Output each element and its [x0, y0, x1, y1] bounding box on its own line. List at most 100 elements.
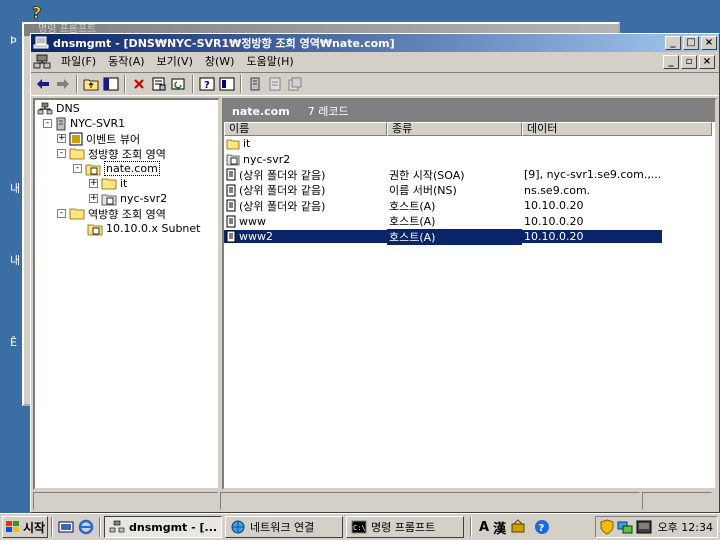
expand-toggle[interactable]: + [89, 194, 98, 203]
back-arrow-icon[interactable] [33, 74, 53, 94]
tree-label: 이벤트 뷰어 [86, 132, 141, 146]
record-data: 10.10.0.20 [524, 214, 584, 228]
console-icon[interactable] [217, 74, 237, 94]
new-record-icon[interactable] [265, 74, 285, 94]
expand-toggle[interactable]: + [89, 179, 98, 188]
toolbar-separator [124, 75, 126, 93]
up-folder-icon[interactable] [81, 74, 101, 94]
zone-icon [101, 194, 117, 205]
task-label: 명령 프롬프트 [371, 521, 436, 534]
svg-text:?: ? [539, 523, 545, 534]
menu-action[interactable]: 동작(A) [102, 53, 150, 71]
column-header-type[interactable]: 종류 [387, 122, 522, 136]
record-type: 호스트(A) [389, 215, 436, 229]
maximize-button[interactable]: □ [683, 36, 699, 50]
record-type: 호스트(A) [389, 199, 436, 213]
ime-english-mode[interactable]: A [479, 520, 489, 535]
list-item[interactable]: (상위 폴더와 같음) 권한 시작(SOA) [9], nyc-svr1.se9… [224, 167, 715, 183]
tree-node-forward-zones[interactable]: - 정방향 조회 영역 [57, 146, 166, 161]
menu-view[interactable]: 보기(V) [151, 53, 199, 71]
task-network-connections[interactable]: 네트워크 연결 [225, 516, 343, 538]
ime-tool-icon[interactable] [510, 519, 526, 535]
ime-toolbar[interactable]: A 漢 [479, 518, 526, 537]
internet-explorer-icon[interactable] [76, 517, 96, 537]
record-data: [9], nyc-svr1.se9.com.,... [524, 168, 662, 182]
expand-toggle[interactable]: + [57, 134, 66, 143]
show-hide-tree-icon[interactable] [101, 74, 121, 94]
menu-file[interactable]: 파일(F) [55, 53, 102, 71]
toolbar: ? [31, 72, 719, 96]
task-dnsmgmt[interactable]: dnsmgmt - [... [104, 516, 222, 538]
help-icon[interactable]: ? [197, 74, 217, 94]
minimize-button[interactable]: _ [665, 36, 681, 50]
tree-node-nate-com[interactable]: - nate.com [73, 161, 160, 176]
mdi-close-button[interactable]: × [699, 55, 715, 69]
new-server-icon[interactable] [245, 74, 265, 94]
record-icon [226, 184, 236, 197]
record-icon [226, 230, 236, 243]
ime-hanja-mode[interactable]: 漢 [493, 518, 506, 537]
list-item[interactable]: (상위 폴더와 같음) 호스트(A) 10.10.0.20 [224, 198, 715, 214]
close-button[interactable]: × [701, 36, 717, 50]
dns-app-icon [33, 36, 49, 49]
help-icon: ? [30, 3, 48, 26]
delete-icon[interactable] [129, 74, 149, 94]
tree-node-dns[interactable]: DNS [37, 101, 80, 116]
tree-node-event-viewer[interactable]: + 이벤트 뷰어 [57, 131, 140, 146]
record-name: (상위 폴더와 같음) [239, 184, 326, 198]
tree-label: NYC-SVR1 [70, 117, 126, 130]
desktop-glyph: 내 [10, 254, 21, 267]
list-item[interactable]: nyc-svr2 [224, 152, 715, 168]
record-icon [226, 215, 236, 228]
taskbar-separator [470, 517, 472, 537]
status-panel [33, 492, 218, 510]
collapse-toggle[interactable]: - [73, 164, 82, 173]
tree-node-server[interactable]: - NYC-SVR1 [43, 116, 125, 131]
forward-arrow-icon[interactable] [53, 74, 73, 94]
console-tree[interactable]: DNS - NYC-SVR1 + 이벤트 뷰어 - 정방향 조회 영역 - na… [33, 98, 220, 490]
menu-bar: 파일(F) 동작(A) 보기(V) 창(W) 도움말(H) _ ▫ × [31, 52, 719, 72]
mdi-restore-button[interactable]: ▫ [681, 55, 697, 69]
column-header-data[interactable]: 데이터 [522, 122, 712, 136]
content-panes: DNS - NYC-SVR1 + 이벤트 뷰어 - 정방향 조회 영역 - na… [33, 98, 717, 490]
list-item[interactable]: www 호스트(A) 10.10.0.20 [224, 214, 715, 230]
security-shield-icon[interactable] [600, 519, 614, 535]
desktop-glyph: Ê [10, 336, 17, 349]
refresh-icon[interactable] [169, 74, 189, 94]
list-item[interactable]: (상위 폴더와 같음) 이름 서버(NS) ns.se9.com. [224, 183, 715, 199]
tree-label: nyc-svr2 [120, 192, 168, 205]
record-name: www [239, 214, 266, 228]
list-item-selected[interactable]: www2 호스트(A) 10.10.0.20 [224, 228, 715, 245]
tree-node-nyc-svr2[interactable]: + nyc-svr2 [89, 191, 167, 206]
title-bar[interactable]: dnsmgmt - [DNS₩NYC-SVR1₩정방향 조회 영역₩nate.c… [31, 34, 719, 52]
clock[interactable]: 오후 12:34 [658, 519, 713, 535]
show-desktop-icon[interactable] [56, 517, 76, 537]
taskbar-separator [51, 517, 53, 537]
record-icon [226, 168, 236, 181]
list-item[interactable]: it [224, 136, 715, 152]
help-icon[interactable]: ? [532, 517, 552, 537]
column-header-name[interactable]: 이름 [224, 122, 387, 136]
tree-label: 역방향 조회 영역 [88, 207, 166, 221]
collapse-toggle[interactable]: - [57, 209, 66, 218]
record-type: 권한 시작(SOA) [389, 168, 465, 182]
start-button[interactable]: 시작 [2, 516, 48, 538]
collapse-toggle[interactable]: - [57, 149, 66, 158]
mdi-minimize-button[interactable]: _ [663, 55, 679, 69]
new-domain-icon[interactable] [285, 74, 305, 94]
tree-node-it[interactable]: + it [89, 176, 127, 191]
console-tray-icon[interactable] [636, 519, 652, 535]
task-command-prompt[interactable]: C:\ 명령 프롬프트 [346, 516, 464, 538]
collapse-toggle[interactable]: - [43, 119, 52, 128]
result-list[interactable]: nate.com 7 레코드 이름 종류 데이터 it nyc-svr2 (상위… [222, 98, 717, 490]
dnsmgmt-window[interactable]: dnsmgmt - [DNS₩NYC-SVR1₩정방향 조회 영역₩nate.c… [30, 33, 720, 513]
properties-icon[interactable] [149, 74, 169, 94]
tree-node-reverse-zones[interactable]: - 역방향 조회 영역 [57, 206, 166, 221]
network-status-icon[interactable] [617, 519, 633, 535]
tree-label-selected: nate.com [104, 161, 160, 176]
tree-node-subnet[interactable]: 10.10.0.x Subnet [87, 221, 200, 236]
menu-window[interactable]: 창(W) [199, 53, 241, 71]
menu-help[interactable]: 도움말(H) [240, 53, 299, 71]
folder-icon [101, 178, 117, 190]
column-headers: 이름 종류 데이터 [224, 122, 715, 136]
